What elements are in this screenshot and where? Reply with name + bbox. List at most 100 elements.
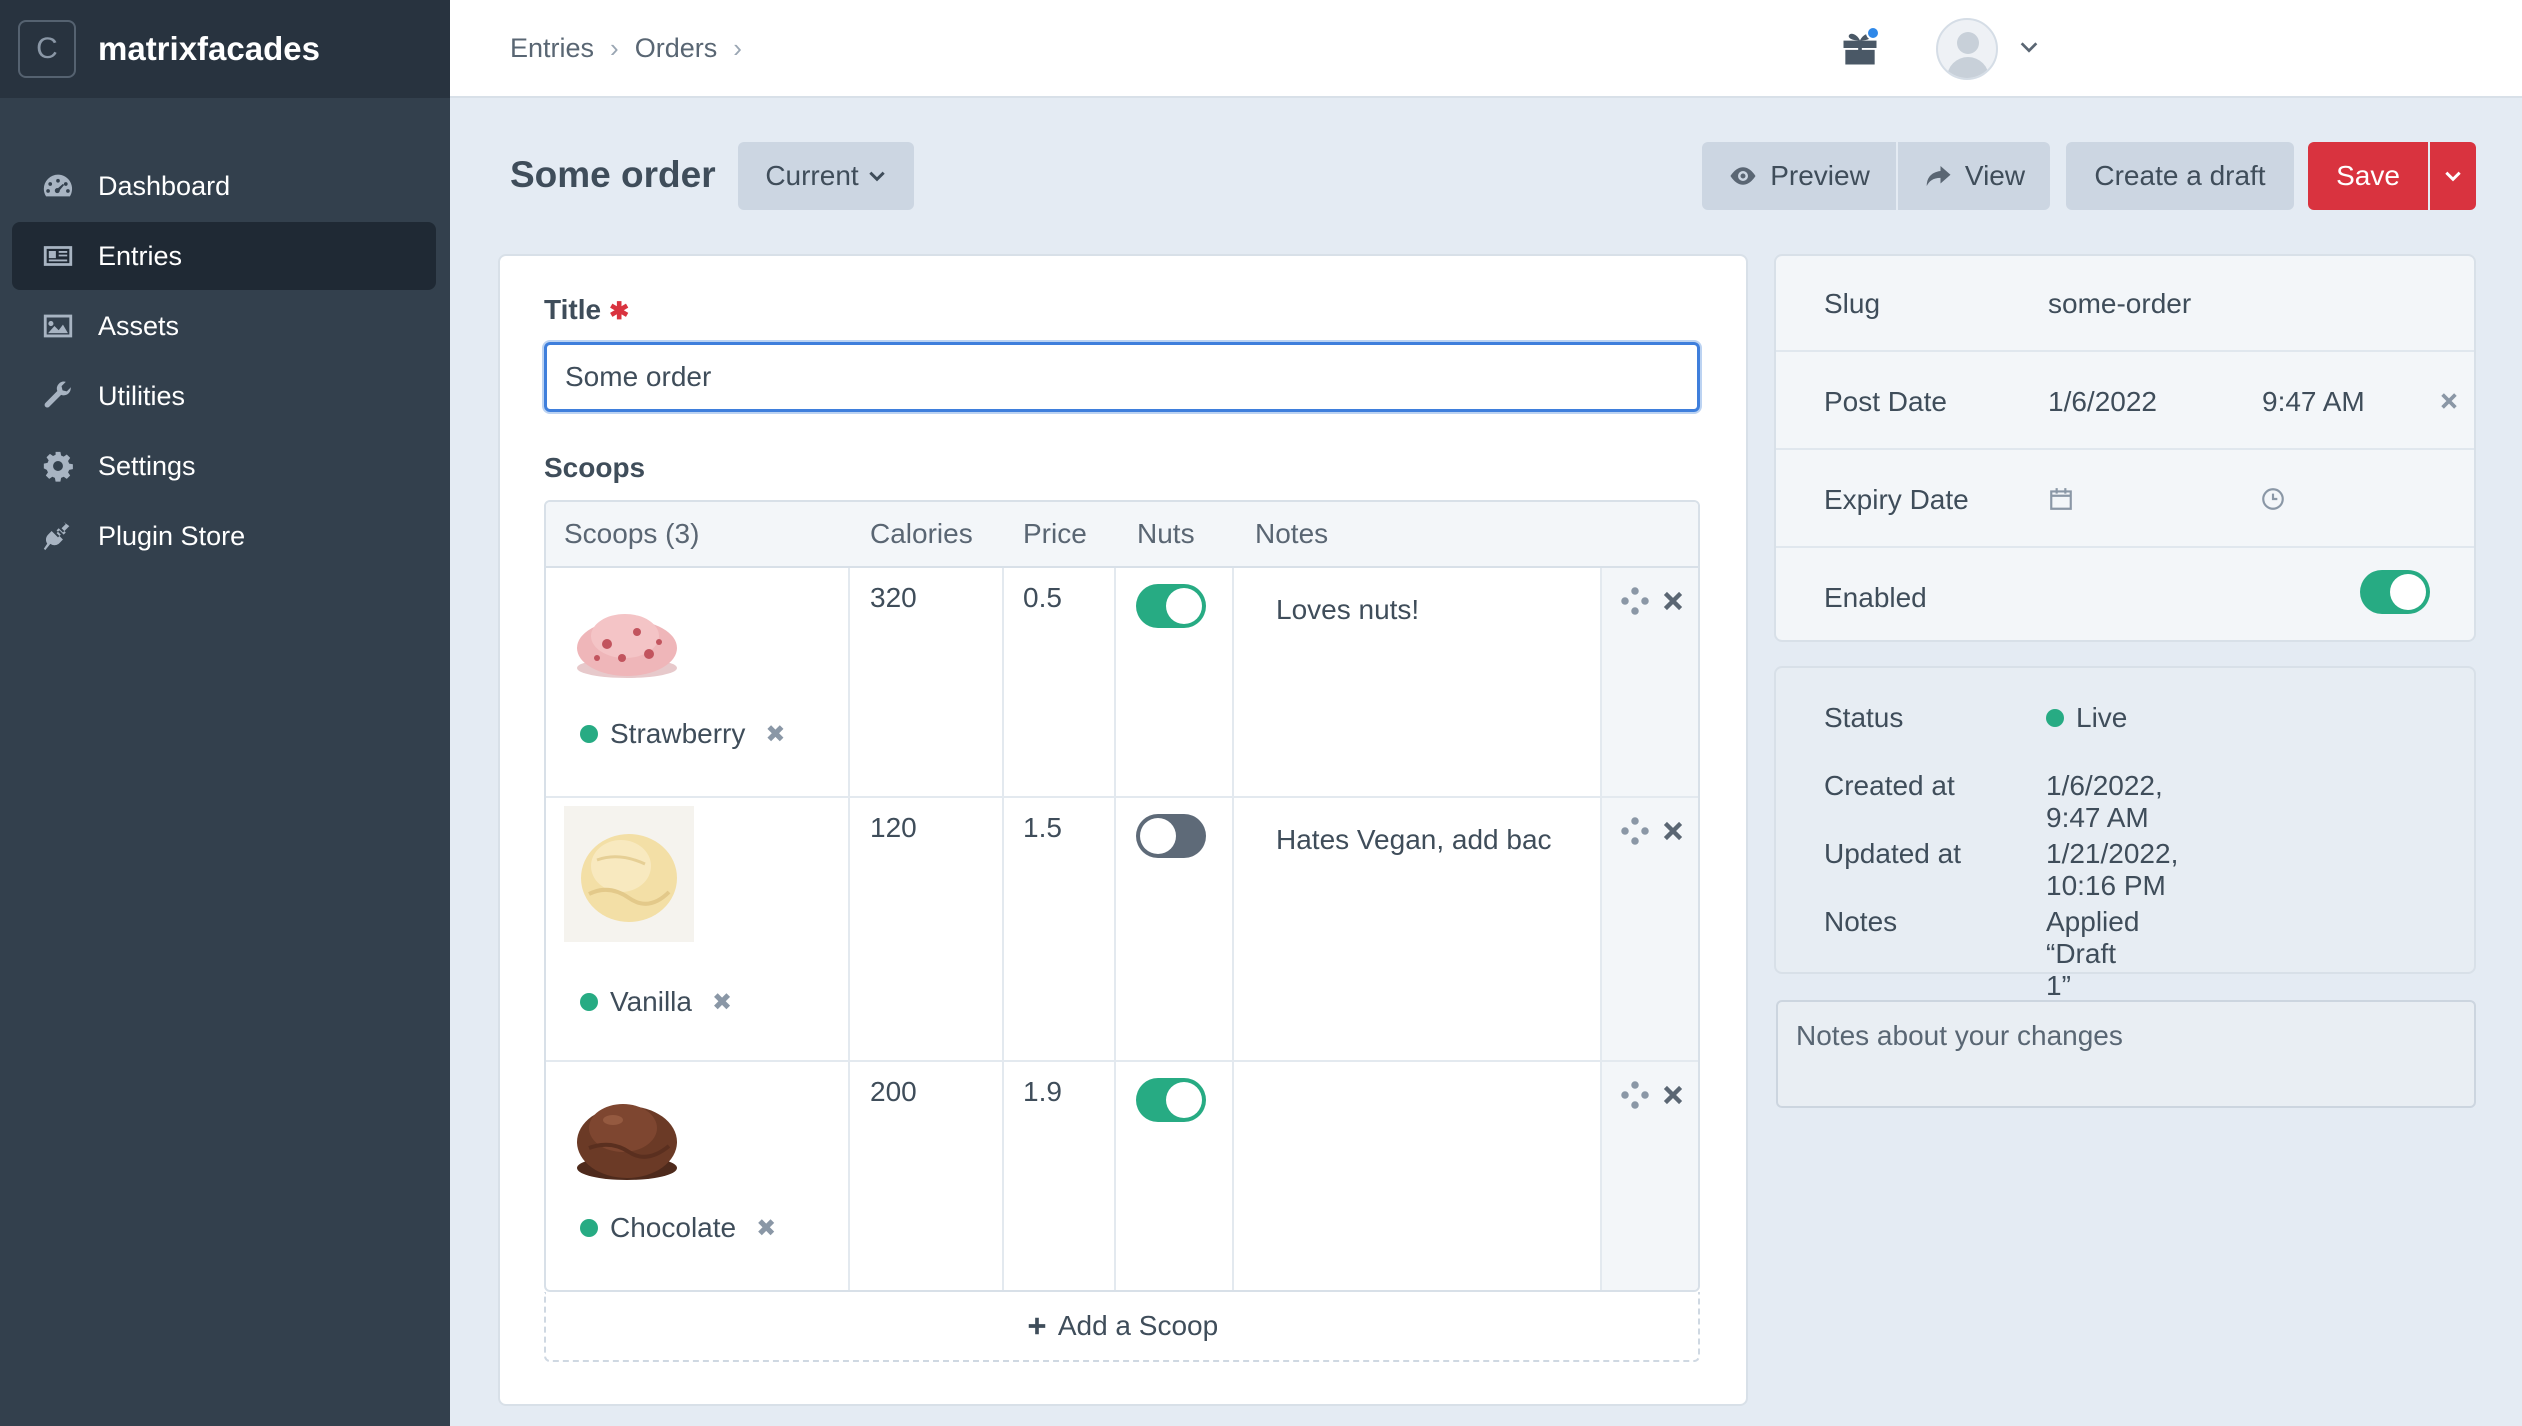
title-label: Title ✱ [544,294,629,326]
calories-cell[interactable]: 200 [870,1076,917,1108]
breadcrumb-orders[interactable]: Orders [635,33,718,64]
delete-icon[interactable] [1660,588,1686,614]
image-icon [40,308,76,344]
revision-notes-textarea[interactable]: Notes about your changes [1776,1000,2476,1108]
notes-cell[interactable]: Hates Vegan, add bac [1276,824,1552,856]
sidebar-item-utilities[interactable]: Utilities [12,362,436,430]
clock-icon[interactable] [2260,486,2286,512]
status-dot [580,725,598,743]
gift-icon[interactable] [1838,26,1882,70]
title-input[interactable]: Some order [544,342,1700,412]
sidebar-item-assets[interactable]: Assets [12,292,436,360]
column-header-nuts: Nuts [1137,518,1195,549]
strawberry-thumbnail[interactable] [564,578,690,708]
site-header: C matrixfacades [0,0,450,98]
post-time-input[interactable]: 9:47 AM [2262,386,2365,418]
sidebar-item-settings[interactable]: Settings [12,432,436,500]
delete-icon[interactable] [1660,818,1686,844]
site-name[interactable]: matrixfacades [98,30,320,68]
post-date-label: Post Date [1824,386,1947,417]
updated-value: 1/21/2022, 10:16 PM [2046,838,2179,901]
notes-value: Applied “Draft 1” [2046,906,2140,1001]
eye-icon [1730,167,1756,185]
price-cell[interactable]: 0.5 [1023,582,1062,614]
chocolate-thumbnail[interactable] [564,1072,690,1202]
revision-menu-button[interactable]: Current [738,142,914,210]
slug-label: Slug [1824,288,1881,319]
site-badge[interactable]: C [18,20,76,78]
slug-input[interactable]: some-order [2048,288,2191,320]
post-date-input[interactable]: 1/6/2022 [2048,386,2157,418]
created-value: 1/6/2022, 9:47 AM [2046,770,2163,833]
scoops-table: Scoops (3) Calories Price Nuts Notes Str… [544,500,1700,1292]
post-date-row: Post Date 1/6/2022 9:47 AM [1776,354,2474,450]
user-avatar[interactable] [1936,18,1998,80]
table-row: Vanilla ✖ 120 1.5 Hates Vegan, add bac [546,798,1698,1062]
column-divider [848,1062,850,1290]
move-icon[interactable] [1620,1080,1650,1110]
clear-icon[interactable] [2438,390,2460,412]
nuts-toggle[interactable] [1136,1078,1206,1122]
column-divider [1114,798,1116,1060]
sidebar-item-dashboard[interactable]: Dashboard [12,152,436,220]
chevron-down-icon[interactable] [2018,36,2040,58]
sidebar-item-label: Assets [98,310,180,341]
sidebar-item-label: Entries [98,240,183,271]
column-divider [848,568,850,796]
calendar-icon[interactable] [2048,486,2074,512]
share-icon [1926,166,1951,186]
create-draft-button[interactable]: Create a draft [2066,142,2294,210]
column-divider [1232,798,1234,1060]
created-label: Created at [1824,770,1955,801]
updated-row: Updated at 1/21/2022, 10:16 PM [1824,838,2178,901]
nuts-toggle[interactable] [1136,814,1206,858]
remove-icon[interactable]: ✖ [765,720,785,749]
delete-icon[interactable] [1660,1082,1686,1108]
save-menu-button[interactable] [2430,142,2476,210]
avatar-head [1957,32,1979,54]
main-nav: Dashboard Entries Assets Utilities Setti… [12,152,436,572]
view-label: View [1964,160,2026,191]
move-icon[interactable] [1620,816,1650,846]
page-title: Some order [510,154,716,195]
status-pane: Status Live Created at 1/6/2022, 9:47 AM… [1774,666,2476,1001]
save-button[interactable]: Save [2308,142,2428,210]
scoop-chip[interactable]: Vanilla ✖ [580,986,732,1018]
column-divider [1232,1062,1234,1290]
scoop-chip[interactable]: Strawberry ✖ [580,718,785,750]
preview-button[interactable]: Preview [1702,142,1896,210]
gear-icon [40,448,76,484]
sidebar-item-entries[interactable]: Entries [12,222,436,290]
vanilla-thumbnail[interactable] [564,806,694,942]
column-divider [848,798,850,1060]
breadcrumb-entries[interactable]: Entries [510,33,594,64]
price-cell[interactable]: 1.5 [1023,812,1062,844]
column-header-price: Price [1023,518,1087,549]
toggle-knob [2390,574,2426,610]
move-icon[interactable] [1620,586,1650,616]
status-text: Live [2076,702,2128,733]
notes-cell[interactable]: Loves nuts! [1276,594,1419,626]
calories-cell[interactable]: 120 [870,812,917,844]
avatar-body [1947,57,1989,78]
chevron-right-icon: › [610,32,619,63]
slug-row: Slug some-order [1776,256,2474,352]
add-scoop-button[interactable]: Add a Scoop [544,1292,1700,1362]
remove-icon[interactable]: ✖ [712,988,732,1017]
view-button[interactable]: View [1898,142,2050,210]
sidebar: C matrixfacades Dashboard Entries Assets [0,0,450,1426]
price-cell[interactable]: 1.9 [1023,1076,1062,1108]
enabled-toggle[interactable] [2360,570,2430,614]
calories-cell[interactable]: 320 [870,582,917,614]
live-dot [2046,709,2064,727]
add-scoop-label: Add a Scoop [1057,1310,1219,1341]
status-label: Status [1824,702,1904,733]
notification-dot [1866,26,1880,40]
column-header-notes: Notes [1255,518,1329,549]
sidebar-item-plugin-store[interactable]: Plugin Store [12,502,436,570]
nuts-toggle[interactable] [1136,584,1206,628]
remove-icon[interactable]: ✖ [756,1214,776,1243]
dashboard-icon [40,168,76,204]
scoop-chip[interactable]: Chocolate ✖ [580,1212,776,1244]
entries-icon [40,238,76,274]
